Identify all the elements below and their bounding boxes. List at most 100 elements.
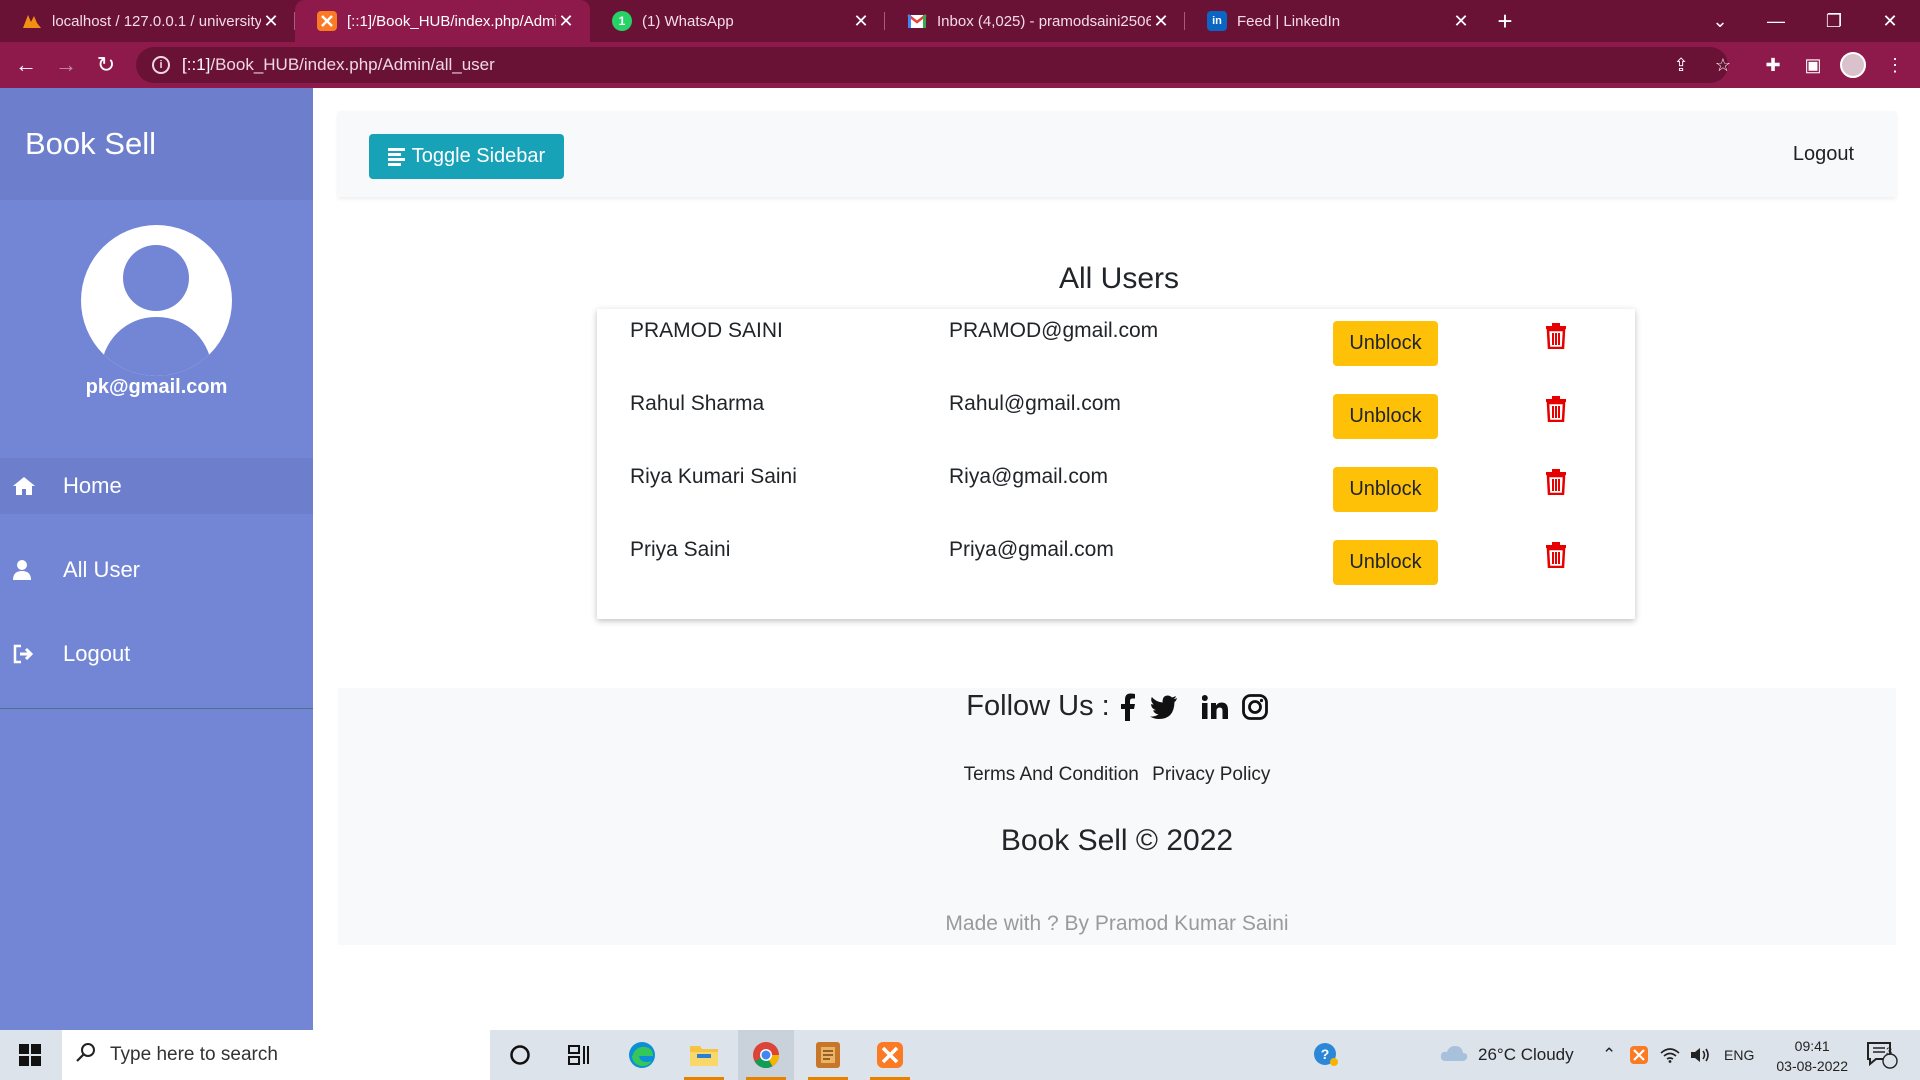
reload-icon[interactable]: ↻ [86, 45, 126, 85]
tab-close-icon[interactable]: ✕ [1151, 11, 1171, 32]
user-name: PRAMOD SAINI [630, 319, 783, 342]
linkedin-icon[interactable] [1201, 694, 1228, 719]
page-title: All Users [1059, 262, 1180, 295]
unblock-button[interactable]: Unblock [1333, 394, 1438, 439]
minimize-button[interactable]: — [1748, 0, 1804, 42]
cortana-icon[interactable] [492, 1030, 548, 1080]
follow-us: Follow Us : [338, 690, 1896, 723]
twitter-icon[interactable] [1149, 695, 1178, 719]
browser-tab-strip: localhost / 127.0.0.1 / university / ✕ [… [0, 0, 1920, 42]
footer: Follow Us : Terms And Condition Privacy … [338, 688, 1896, 945]
svg-text:?: ? [1321, 1046, 1330, 1062]
page: Book Sell pk@gmail.com Home All User Log… [0, 88, 1920, 1030]
users-table: PRAMOD SAINI PRAMOD@gmail.com Unblock Ra… [597, 309, 1635, 619]
info-icon[interactable]: i [152, 56, 170, 74]
restore-button[interactable]: ❐ [1806, 0, 1862, 42]
sidebar-brand[interactable]: Book Sell [0, 88, 313, 200]
tab-search-icon[interactable]: ⌄ [1692, 0, 1748, 42]
sidebar-user-email: pk@gmail.com [85, 376, 228, 398]
table-row: Rahul Sharma Rahul@gmail.com Unblock [597, 382, 1635, 442]
address-bar[interactable]: i [::1] /Book_HUB/index.php/Admin/all_us… [136, 47, 1728, 83]
xampp-tray-icon[interactable] [1630, 1030, 1648, 1080]
sidebar-divider [0, 708, 313, 709]
user-name: Priya Saini [630, 538, 731, 561]
search-placeholder: Type here to search [110, 1044, 278, 1065]
trash-icon[interactable] [1545, 469, 1567, 496]
table-row: Riya Kumari Saini Riya@gmail.com Unblock [597, 455, 1635, 515]
language-indicator[interactable]: ENG [1724, 1030, 1754, 1080]
tab-phpmyadmin[interactable]: localhost / 127.0.0.1 / university / ✕ [0, 0, 295, 42]
weather-text: 26°C Cloudy [1478, 1045, 1574, 1064]
tab-gmail[interactable]: Inbox (4,025) - pramodsaini2506 ✕ [885, 0, 1185, 42]
copyright: Book Sell © 2022 [1000, 824, 1234, 857]
whatsapp-icon: 1 [612, 11, 632, 31]
top-navbar: Toggle Sidebar Logout [338, 111, 1896, 197]
taskbar-search-input[interactable]: Type here to search [62, 1030, 490, 1080]
xampp-taskbar-icon[interactable] [862, 1030, 918, 1080]
sidebar-item-all-user[interactable]: All User [0, 542, 313, 598]
follow-us-label: Follow Us : [966, 690, 1110, 722]
user-email: Priya@gmail.com [949, 538, 1114, 561]
facebook-icon[interactable] [1120, 693, 1136, 721]
system-clock[interactable]: 09:41 03-08-2022 [1776, 1036, 1848, 1076]
sidebar-item-logout[interactable]: Logout [0, 626, 313, 682]
trash-icon[interactable] [1545, 542, 1567, 569]
navbar-logout-link[interactable]: Logout [1793, 111, 1854, 197]
privacy-link[interactable]: Privacy Policy [1152, 764, 1270, 785]
sidebar-item-home[interactable]: Home [0, 458, 313, 514]
edge-icon[interactable] [614, 1030, 670, 1080]
unblock-button[interactable]: Unblock [1333, 467, 1438, 512]
notification-center-icon[interactable]: 3 [1866, 1030, 1898, 1080]
volume-icon[interactable] [1690, 1030, 1712, 1080]
trash-icon[interactable] [1545, 396, 1567, 423]
sidebar-item-label: Home [63, 473, 122, 498]
tab-linkedin[interactable]: in Feed | LinkedIn ✕ [1185, 0, 1485, 42]
address-toolbar: ← → ↻ i [::1] /Book_HUB/index.php/Admin/… [0, 42, 1920, 88]
tab-title: (1) WhatsApp [642, 12, 734, 30]
file-explorer-icon[interactable] [676, 1030, 732, 1080]
sublime-text-icon[interactable] [800, 1030, 856, 1080]
share-icon[interactable]: ⇪ [1664, 48, 1698, 82]
task-view-icon[interactable] [552, 1030, 608, 1080]
tab-title: [::1]/Book_HUB/index.php/Admin [347, 12, 556, 30]
bookmark-star-icon[interactable]: ☆ [1706, 48, 1740, 82]
back-arrow-icon[interactable]: ← [6, 45, 46, 85]
gmail-icon [907, 11, 927, 31]
wifi-icon[interactable] [1660, 1030, 1680, 1080]
tab-close-icon[interactable]: ✕ [261, 11, 281, 32]
tab-close-icon[interactable]: ✕ [556, 11, 576, 32]
windows-taskbar: Type here to search ? 26°C Cloudy ⌃ ENG [0, 1030, 1920, 1080]
unblock-button[interactable]: Unblock [1333, 540, 1438, 585]
tab-whatsapp[interactable]: 1 (1) WhatsApp ✕ [590, 0, 885, 42]
tab-title: localhost / 127.0.0.1 / university / [52, 12, 261, 30]
notification-count: 3 [1886, 1046, 1893, 1058]
side-panel-icon[interactable]: ▣ [1796, 48, 1830, 82]
linkedin-icon: in [1207, 11, 1227, 31]
home-icon [12, 476, 52, 496]
align-left-icon [387, 146, 405, 168]
help-icon[interactable]: ? [1312, 1030, 1340, 1080]
browser-menu-icon[interactable]: ⋮ [1878, 48, 1912, 82]
tab-book-hub-admin[interactable]: [::1]/Book_HUB/index.php/Admin ✕ [295, 0, 590, 42]
sidebar-item-label: Logout [63, 641, 131, 666]
forward-arrow-icon[interactable]: → [46, 45, 86, 85]
windows-start-icon[interactable] [10, 1040, 50, 1070]
close-window-button[interactable]: ✕ [1862, 0, 1918, 42]
terms-link[interactable]: Terms And Condition [964, 764, 1139, 785]
tab-close-icon[interactable]: ✕ [1451, 11, 1471, 32]
user-avatar-icon [81, 225, 232, 376]
instagram-icon[interactable] [1241, 693, 1268, 720]
show-hidden-icons-chevron-icon[interactable]: ⌃ [1602, 1030, 1616, 1080]
xampp-icon [317, 11, 337, 31]
new-tab-button[interactable]: + [1485, 0, 1525, 42]
clock-time: 09:41 [1794, 1038, 1830, 1054]
unblock-button[interactable]: Unblock [1333, 321, 1438, 366]
profile-avatar[interactable] [1836, 48, 1870, 82]
weather-widget[interactable]: 26°C Cloudy [1440, 1030, 1574, 1080]
trash-icon[interactable] [1545, 323, 1567, 350]
chrome-icon[interactable] [738, 1030, 794, 1080]
tab-close-icon[interactable]: ✕ [851, 11, 871, 32]
made-with-credit: Made with ? By Pramod Kumar Saini [945, 912, 1289, 935]
toggle-sidebar-button[interactable]: Toggle Sidebar [369, 134, 564, 179]
extensions-puzzle-icon[interactable]: ✚ [1756, 48, 1790, 82]
